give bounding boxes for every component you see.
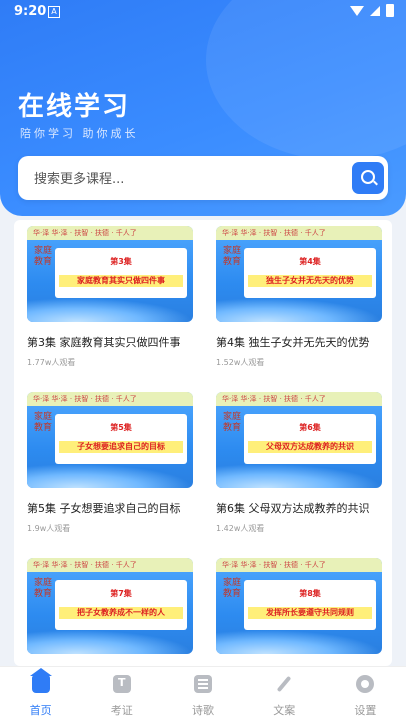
tab-label: 设置	[354, 704, 377, 717]
thumb-wave	[216, 298, 382, 322]
tab-home[interactable]: 首页	[0, 667, 81, 722]
status-icons	[350, 4, 394, 17]
thumb-top-strip: 华·泽 华·泽 · 扶智 · 扶德 · 千人了	[216, 392, 382, 406]
wifi-icon	[350, 5, 364, 16]
course-title[interactable]: 第4集 独生子女并无先天的优势	[216, 334, 382, 350]
thumb-panel: 第5集 子女想要追求自己的目标	[55, 414, 187, 464]
thumb-subject: 父母双方达成教养的共识	[248, 441, 372, 453]
course-list: 华·泽 华·泽 · 扶智 · 扶德 · 千人了 家庭教育 第3集 家庭教育其实只…	[14, 220, 392, 666]
course-thumbnail[interactable]: 华·泽 华·泽 · 扶智 · 扶德 · 千人了 家庭教育 第3集 家庭教育其实只…	[27, 226, 193, 322]
thumb-top-strip: 华·泽 华·泽 · 扶智 · 扶德 · 千人了	[27, 226, 193, 240]
thumb-subject: 家庭教育其实只做四件事	[59, 275, 183, 287]
thumb-panel: 第6集 父母双方达成教养的共识	[244, 414, 376, 464]
settings-icon	[356, 675, 375, 693]
tab-label: 文案	[273, 704, 296, 717]
course-thumbnail[interactable]: 华·泽 华·泽 · 扶智 · 扶德 · 千人了 家庭教育 第6集 父母双方达成教…	[216, 392, 382, 488]
tab-copywriting[interactable]: 文案	[244, 667, 325, 722]
search-input[interactable]	[32, 156, 336, 202]
course-views: 1.52w人观看	[216, 358, 265, 367]
thumb-episode: 第3集	[110, 257, 132, 266]
tab-certificate[interactable]: 考证	[81, 667, 162, 722]
course-card[interactable]: 华·泽 华·泽 · 扶智 · 扶德 · 千人了 家庭教育 第3集 家庭教育其实只…	[27, 226, 193, 368]
course-card[interactable]: 华·泽 华·泽 · 扶智 · 扶德 · 千人了 家庭教育 第5集 子女想要追求自…	[27, 392, 193, 534]
signal-icon	[370, 5, 380, 16]
thumb-episode: 第6集	[299, 423, 321, 432]
thumb-subject: 把子女教养成不一样的人	[59, 607, 183, 619]
battery-icon	[386, 4, 394, 17]
thumb-wave	[216, 464, 382, 488]
course-title[interactable]: 第5集 子女想要追求自己的目标	[27, 500, 193, 516]
course-thumbnail[interactable]: 华·泽 华·泽 · 扶智 · 扶德 · 千人了 家庭教育 第4集 独生子女并无先…	[216, 226, 382, 322]
thumb-subject: 发挥所长要遵守共同规则	[248, 607, 372, 619]
thumb-wave	[27, 464, 193, 488]
search-icon-handle	[373, 180, 378, 186]
thumb-side-text: 家庭教育	[222, 246, 241, 267]
status-time: 9:20	[14, 4, 47, 19]
tab-settings[interactable]: 设置	[325, 667, 406, 722]
thumb-episode: 第4集	[299, 257, 321, 266]
thumb-panel: 第8集 发挥所长要遵守共同规则	[244, 580, 376, 630]
page-subtitle: 陪你学习 助你成长	[20, 127, 139, 140]
certificate-icon	[112, 675, 131, 693]
course-thumbnail[interactable]: 华·泽 华·泽 · 扶智 · 扶德 · 千人了 家庭教育 第5集 子女想要追求自…	[27, 392, 193, 488]
thumb-panel: 第4集 独生子女并无先天的优势	[244, 248, 376, 298]
course-card[interactable]: 华·泽 华·泽 · 扶智 · 扶德 · 千人了 家庭教育 第4集 独生子女并无先…	[216, 226, 382, 368]
thumb-side-text: 家庭教育	[222, 412, 241, 433]
thumb-episode: 第7集	[110, 589, 132, 598]
notification-icon: A	[48, 6, 60, 18]
thumb-wave	[27, 298, 193, 322]
thumb-panel: 第7集 把子女教养成不一样的人	[55, 580, 187, 630]
home-icon	[29, 668, 52, 693]
thumb-top-strip: 华·泽 华·泽 · 扶智 · 扶德 · 千人了	[216, 226, 382, 240]
thumb-wave	[27, 630, 193, 654]
course-card[interactable]: 华·泽 华·泽 · 扶智 · 扶德 · 千人了 家庭教育 第7集 把子女教养成不…	[27, 558, 193, 654]
search-bar	[18, 156, 388, 202]
thumb-subject: 独生子女并无先天的优势	[248, 275, 372, 287]
tab-label: 诗歌	[192, 704, 214, 717]
thumb-wave	[216, 630, 382, 654]
thumb-top-strip: 华·泽 华·泽 · 扶智 · 扶德 · 千人了	[27, 558, 193, 572]
thumb-episode: 第5集	[110, 423, 132, 432]
tab-label: 考证	[110, 704, 133, 717]
thumb-top-strip: 华·泽 华·泽 · 扶智 · 扶德 · 千人了	[216, 558, 382, 572]
book-icon	[194, 675, 212, 693]
course-thumbnail[interactable]: 华·泽 华·泽 · 扶智 · 扶德 · 千人了 家庭教育 第7集 把子女教养成不…	[27, 558, 193, 654]
thumb-side-text: 家庭教育	[33, 412, 52, 433]
course-views: 1.42w人观看	[216, 524, 265, 533]
course-views: 1.77w人观看	[27, 358, 76, 367]
search-button[interactable]	[352, 162, 384, 194]
tab-poetry[interactable]: 诗歌	[162, 667, 243, 722]
brush-icon	[275, 675, 293, 693]
tab-label: 首页	[29, 704, 52, 717]
bottom-tab-bar: 首页 考证 诗歌 文案 设置	[0, 666, 406, 722]
course-views: 1.9w人观看	[27, 524, 71, 533]
thumb-top-strip: 华·泽 华·泽 · 扶智 · 扶德 · 千人了	[27, 392, 193, 406]
thumb-side-text: 家庭教育	[33, 578, 52, 599]
thumb-episode: 第8集	[299, 589, 321, 598]
course-title[interactable]: 第6集 父母双方达成教养的共识	[216, 500, 382, 516]
status-bar: 9:20 A	[0, 0, 406, 24]
thumb-side-text: 家庭教育	[33, 246, 52, 267]
thumb-subject: 子女想要追求自己的目标	[59, 441, 183, 453]
course-card[interactable]: 华·泽 华·泽 · 扶智 · 扶德 · 千人了 家庭教育 第6集 父母双方达成教…	[216, 392, 382, 534]
course-card[interactable]: 华·泽 华·泽 · 扶智 · 扶德 · 千人了 家庭教育 第8集 发挥所长要遵守…	[216, 558, 382, 654]
thumb-side-text: 家庭教育	[222, 578, 241, 599]
thumb-panel: 第3集 家庭教育其实只做四件事	[55, 248, 187, 298]
course-title[interactable]: 第3集 家庭教育其实只做四件事	[27, 334, 193, 350]
course-thumbnail[interactable]: 华·泽 华·泽 · 扶智 · 扶德 · 千人了 家庭教育 第8集 发挥所长要遵守…	[216, 558, 382, 654]
page-title: 在线学习	[18, 92, 131, 122]
